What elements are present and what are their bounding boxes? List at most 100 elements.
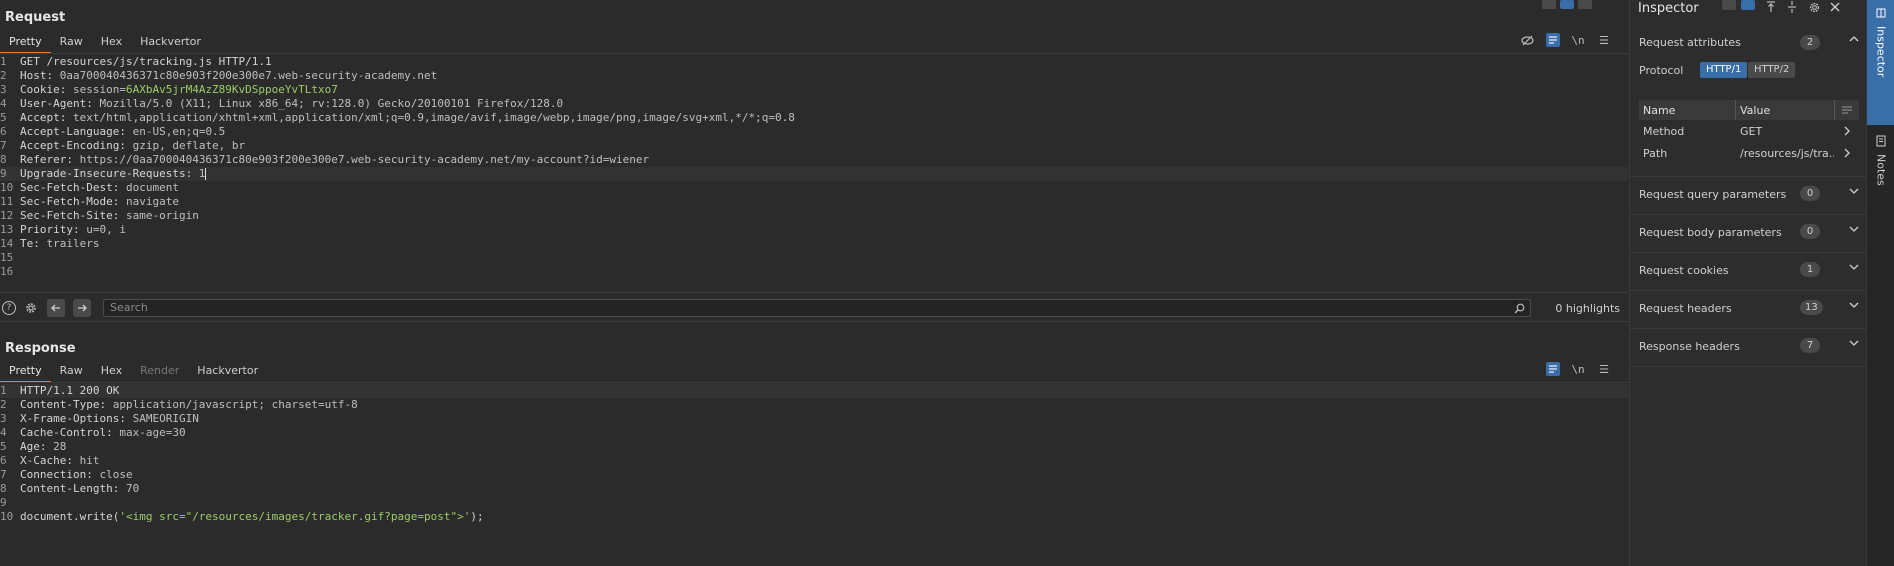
tab-hackvertor[interactable]: Hackvertor (188, 361, 267, 381)
hide-nonprintable-icon[interactable] (1520, 33, 1534, 47)
layout-split-rows-icon[interactable] (1560, 0, 1574, 9)
search-bar: ? Search 0 highlights (0, 292, 1628, 322)
line-text: Connection: close (16, 468, 133, 482)
header-value: gzip, deflate, br (125, 139, 246, 152)
section-label: Request body parameters (1639, 226, 1782, 239)
show-newlines-icon[interactable]: \n (1571, 362, 1585, 376)
section-count: 0 (1800, 224, 1820, 239)
layout-split-columns-icon[interactable] (1542, 0, 1556, 9)
row-name: Path (1643, 146, 1668, 160)
line-number: 1 (0, 55, 7, 68)
side-tab-notes[interactable]: Notes (1867, 128, 1894, 208)
inspector-panel: Inspector Request attributes 2 Protocol … (1629, 0, 1866, 566)
header-name: Accept-Encoding: (20, 139, 126, 152)
line-number: 9 (0, 496, 7, 509)
side-tab-strip: Inspector Notes (1866, 0, 1894, 566)
editor-line: 4 Cache-Control: max-age=30 (0, 426, 1628, 440)
line-text: Cookie: session=6AXbAv5jrM4AzZ89KvDSppoe… (16, 83, 338, 97)
chevron-right-icon[interactable] (1834, 142, 1859, 164)
chevron-down-icon[interactable] (1849, 337, 1859, 351)
protocol-label: Protocol (1639, 64, 1684, 77)
tab-hex[interactable]: Hex (92, 32, 131, 52)
search-icon (1512, 301, 1526, 315)
previous-match-button[interactable] (47, 299, 65, 317)
word-wrap-icon[interactable] (1546, 33, 1560, 47)
chevron-down-icon[interactable] (1849, 261, 1859, 275)
line-text: HTTP/1.1 200 OK (16, 384, 119, 398)
settings-gear-icon[interactable] (24, 301, 38, 315)
editor-line: 6 X-Cache: hit (0, 454, 1628, 468)
align-top-icon[interactable] (1764, 0, 1778, 14)
chevron-down-icon[interactable] (1849, 299, 1859, 313)
side-tab-inspector[interactable]: Inspector (1867, 0, 1894, 125)
header-name: Sec-Fetch-Site: (20, 209, 120, 222)
tab-hex[interactable]: Hex (92, 361, 131, 381)
response-title: Response (5, 341, 76, 356)
inspector-section[interactable]: Request headers 13 (1630, 291, 1866, 329)
tab-divider (0, 382, 1628, 383)
show-newlines-icon[interactable]: \n (1571, 33, 1585, 47)
chevron-right-icon[interactable] (1834, 120, 1859, 142)
close-icon[interactable] (1828, 0, 1842, 14)
line-number: 3 (0, 83, 7, 96)
request-editor[interactable]: 1 GET /resources/js/tracking.js HTTP/1.1 2… (0, 55, 1628, 279)
editor-line: 8 Referer: https://0aa700040436371c80e903… (0, 153, 1628, 167)
line-number: 4 (0, 426, 7, 439)
protocol-http2-button[interactable]: HTTP/2 (1748, 62, 1796, 78)
layout-tabs-icon[interactable] (1578, 0, 1592, 9)
chevron-down-icon[interactable] (1849, 185, 1859, 199)
menu-icon[interactable]: ☰ (1597, 33, 1611, 47)
request-attributes-section[interactable]: Request attributes 2 (1630, 25, 1866, 53)
menu-icon[interactable]: ☰ (1597, 362, 1611, 376)
word-wrap-icon[interactable] (1546, 362, 1560, 376)
protocol-http1-button[interactable]: HTTP/1 (1700, 62, 1748, 78)
inspector-section[interactable]: Request body parameters 0 (1630, 215, 1866, 253)
search-input[interactable]: Search (103, 299, 1531, 317)
header-name: Accept: (20, 111, 67, 124)
section-label: Request cookies (1639, 264, 1729, 277)
align-center-icon[interactable] (1785, 0, 1799, 14)
editor-line: 7 Accept-Encoding: gzip, deflate, br (0, 139, 1628, 153)
notes-icon (1874, 134, 1888, 148)
table-header: Name Value (1639, 100, 1859, 120)
editor-line: 12 Sec-Fetch-Site: same-origin (0, 209, 1628, 223)
tab-pretty[interactable]: Pretty (0, 32, 51, 54)
table-row[interactable]: Method GET (1639, 120, 1859, 142)
header-name: document.write( (20, 510, 120, 523)
inspector-section[interactable]: Request query parameters 0 (1630, 177, 1866, 215)
header-value: application/javascript; charset=utf-8 (106, 398, 358, 411)
header-name: Cache-Control: (20, 426, 113, 439)
tab-hackvertor[interactable]: Hackvertor (131, 32, 210, 52)
inspector-section[interactable]: Response headers 7 (1630, 329, 1866, 367)
inspector-layout-active-icon[interactable] (1741, 0, 1755, 10)
editor-line: 5 Age: 28 (0, 440, 1628, 454)
next-match-button[interactable] (73, 299, 91, 317)
side-tab-label: Notes (1874, 154, 1888, 186)
inspector-section[interactable]: Request cookies 1 (1630, 253, 1866, 291)
chevron-down-icon[interactable] (1849, 223, 1859, 237)
editor-line: 10 Sec-Fetch-Dest: document (0, 181, 1628, 195)
table-row[interactable]: Path /resources/js/tra... (1639, 142, 1859, 164)
header-name: Connection: (20, 468, 93, 481)
header-value: hit (72, 454, 100, 467)
inspector-layout-icon[interactable] (1722, 0, 1736, 10)
tab-raw[interactable]: Raw (51, 361, 92, 381)
help-icon[interactable]: ? (2, 301, 16, 315)
header-value: 1 (192, 167, 206, 180)
line-text: Accept-Encoding: gzip, deflate, br (16, 139, 245, 153)
attributes-table: Name Value Method GET Path /resources/js… (1639, 100, 1859, 164)
header-name: User-Agent: (20, 97, 93, 110)
line-number: 5 (0, 440, 7, 453)
column-options-icon[interactable] (1834, 100, 1859, 120)
line-text: GET /resources/js/tracking.js HTTP/1.1 (16, 55, 272, 69)
header-name: GET /resources/js/tracking.js HTTP/1.1 (20, 55, 272, 68)
response-editor[interactable]: 1 HTTP/1.1 200 OK 2 Content-Type: applicati… (0, 384, 1628, 524)
line-number: 7 (0, 468, 7, 481)
tab-pretty[interactable]: Pretty (0, 361, 51, 383)
highlights-count: 0 highlights (1555, 302, 1620, 315)
tab-raw[interactable]: Raw (51, 32, 92, 52)
chevron-up-icon[interactable] (1849, 33, 1859, 47)
settings-gear-icon[interactable] (1807, 0, 1821, 14)
editor-line: 2 Host: 0aa700040436371c80e903f200e300e7.… (0, 69, 1628, 83)
tab-render[interactable]: Render (131, 361, 188, 381)
